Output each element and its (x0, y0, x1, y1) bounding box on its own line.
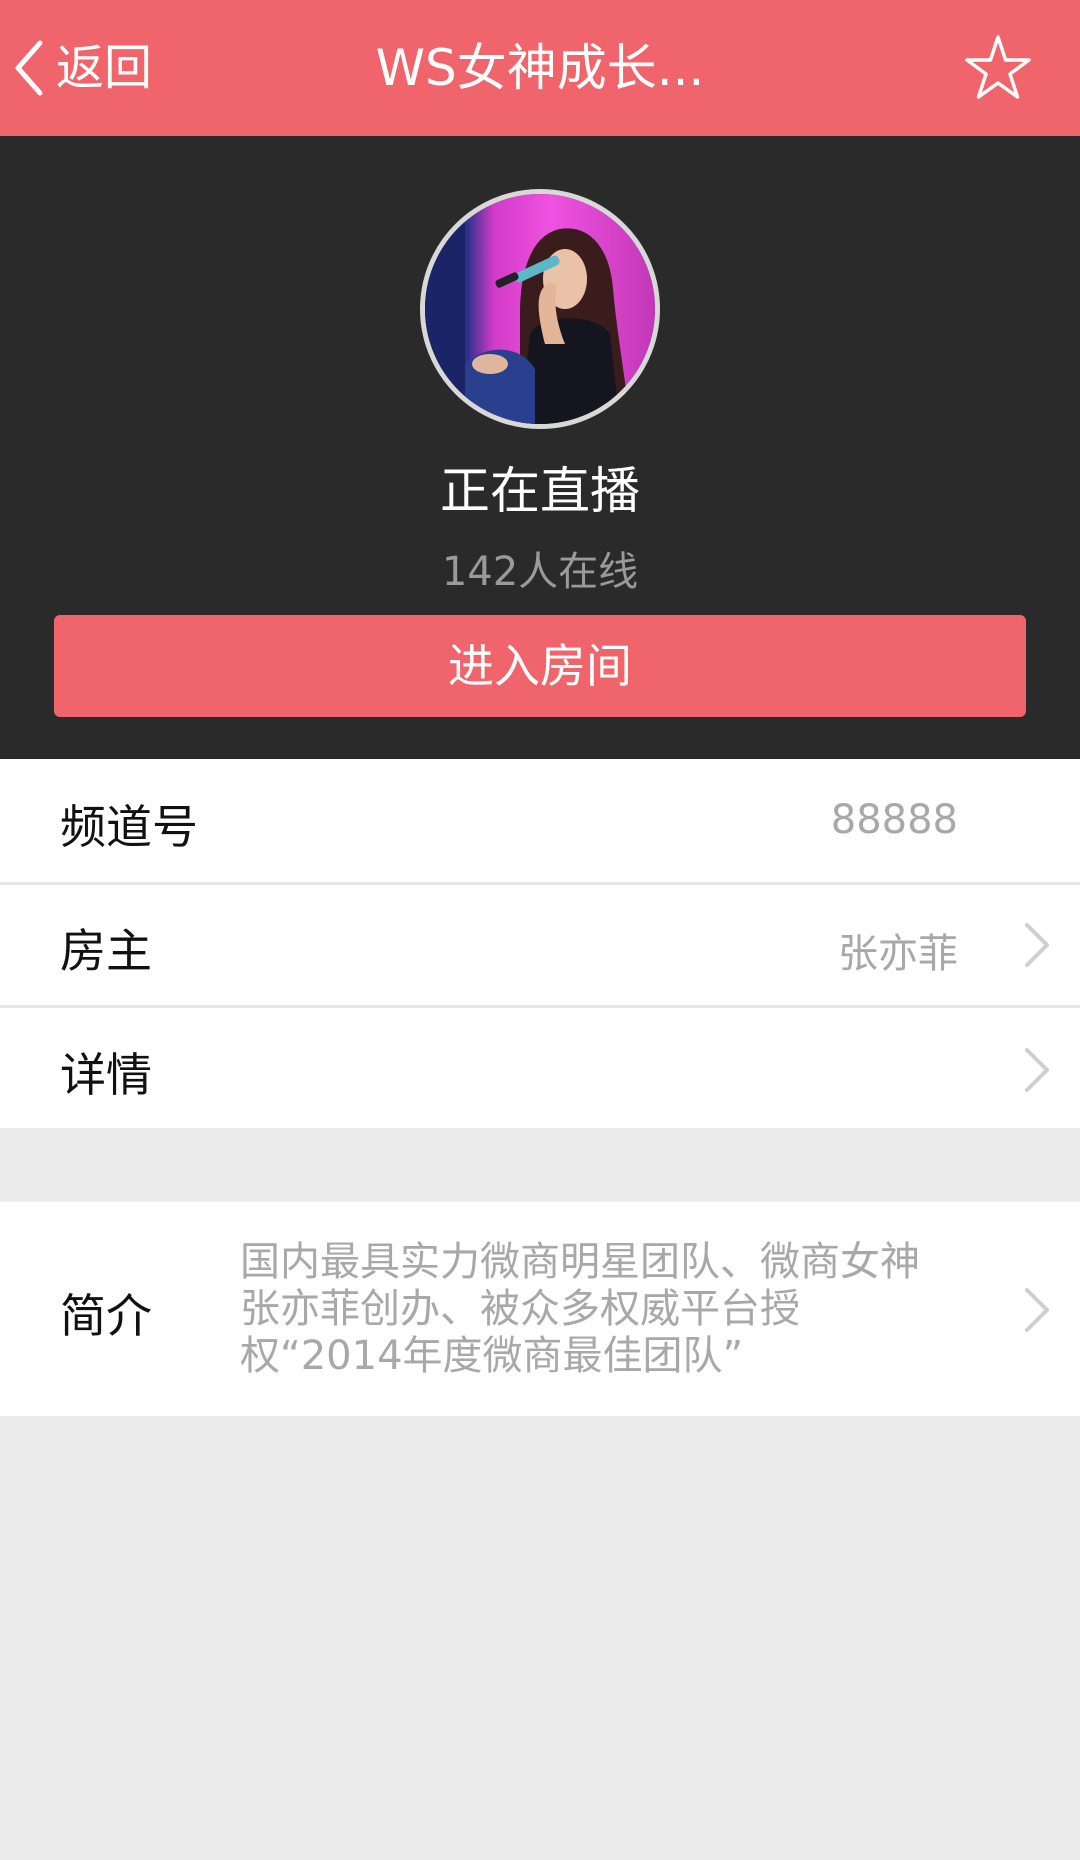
intro-line: 国内最具实力微商明星团队、微商女神 (240, 1239, 920, 1285)
intro-line: 张亦菲创办、被众多权威平台授 (240, 1286, 800, 1332)
intro-label: 简介 (60, 1289, 152, 1343)
chevron-right-icon (1025, 1048, 1049, 1092)
live-status: 正在直播 (440, 462, 640, 520)
online-count: 142人在线 (441, 549, 639, 595)
top-bar: 返回 WS女神成长... (0, 0, 1080, 136)
star-outline-icon (965, 35, 1031, 99)
intro-line: 权“2014年度微商最佳团队” (240, 1333, 744, 1379)
chevron-right-icon (1025, 1288, 1049, 1332)
channel-row: 频道号 88888 (0, 759, 1080, 882)
channel-label: 频道号 (60, 800, 198, 854)
intro-text: 国内最具实力微商明星团队、微商女神 张亦菲创办、被众多权威平台授 权“2014年… (240, 1239, 980, 1380)
chevron-left-icon (14, 40, 44, 96)
back-button[interactable]: 返回 (14, 34, 152, 102)
chevron-right-icon (1025, 923, 1049, 967)
live-hero: 正在直播 142人在线 进入房间 (0, 136, 1080, 759)
channel-value: 88888 (830, 797, 958, 843)
owner-row[interactable]: 房主 张亦菲 (0, 885, 1080, 1005)
favorite-button[interactable] (962, 32, 1034, 104)
intro-row[interactable]: 简介 国内最具实力微商明星团队、微商女神 张亦菲创办、被众多权威平台授 权“20… (0, 1202, 1080, 1416)
enter-room-button[interactable]: 进入房间 (54, 615, 1026, 717)
details-row[interactable]: 详情 (0, 1008, 1080, 1128)
back-label: 返回 (56, 40, 153, 96)
owner-label: 房主 (60, 924, 152, 978)
page-title: WS女神成长... (375, 39, 705, 97)
streamer-avatar[interactable] (420, 189, 660, 429)
owner-value: 张亦菲 (838, 931, 958, 977)
details-label: 详情 (60, 1048, 152, 1102)
